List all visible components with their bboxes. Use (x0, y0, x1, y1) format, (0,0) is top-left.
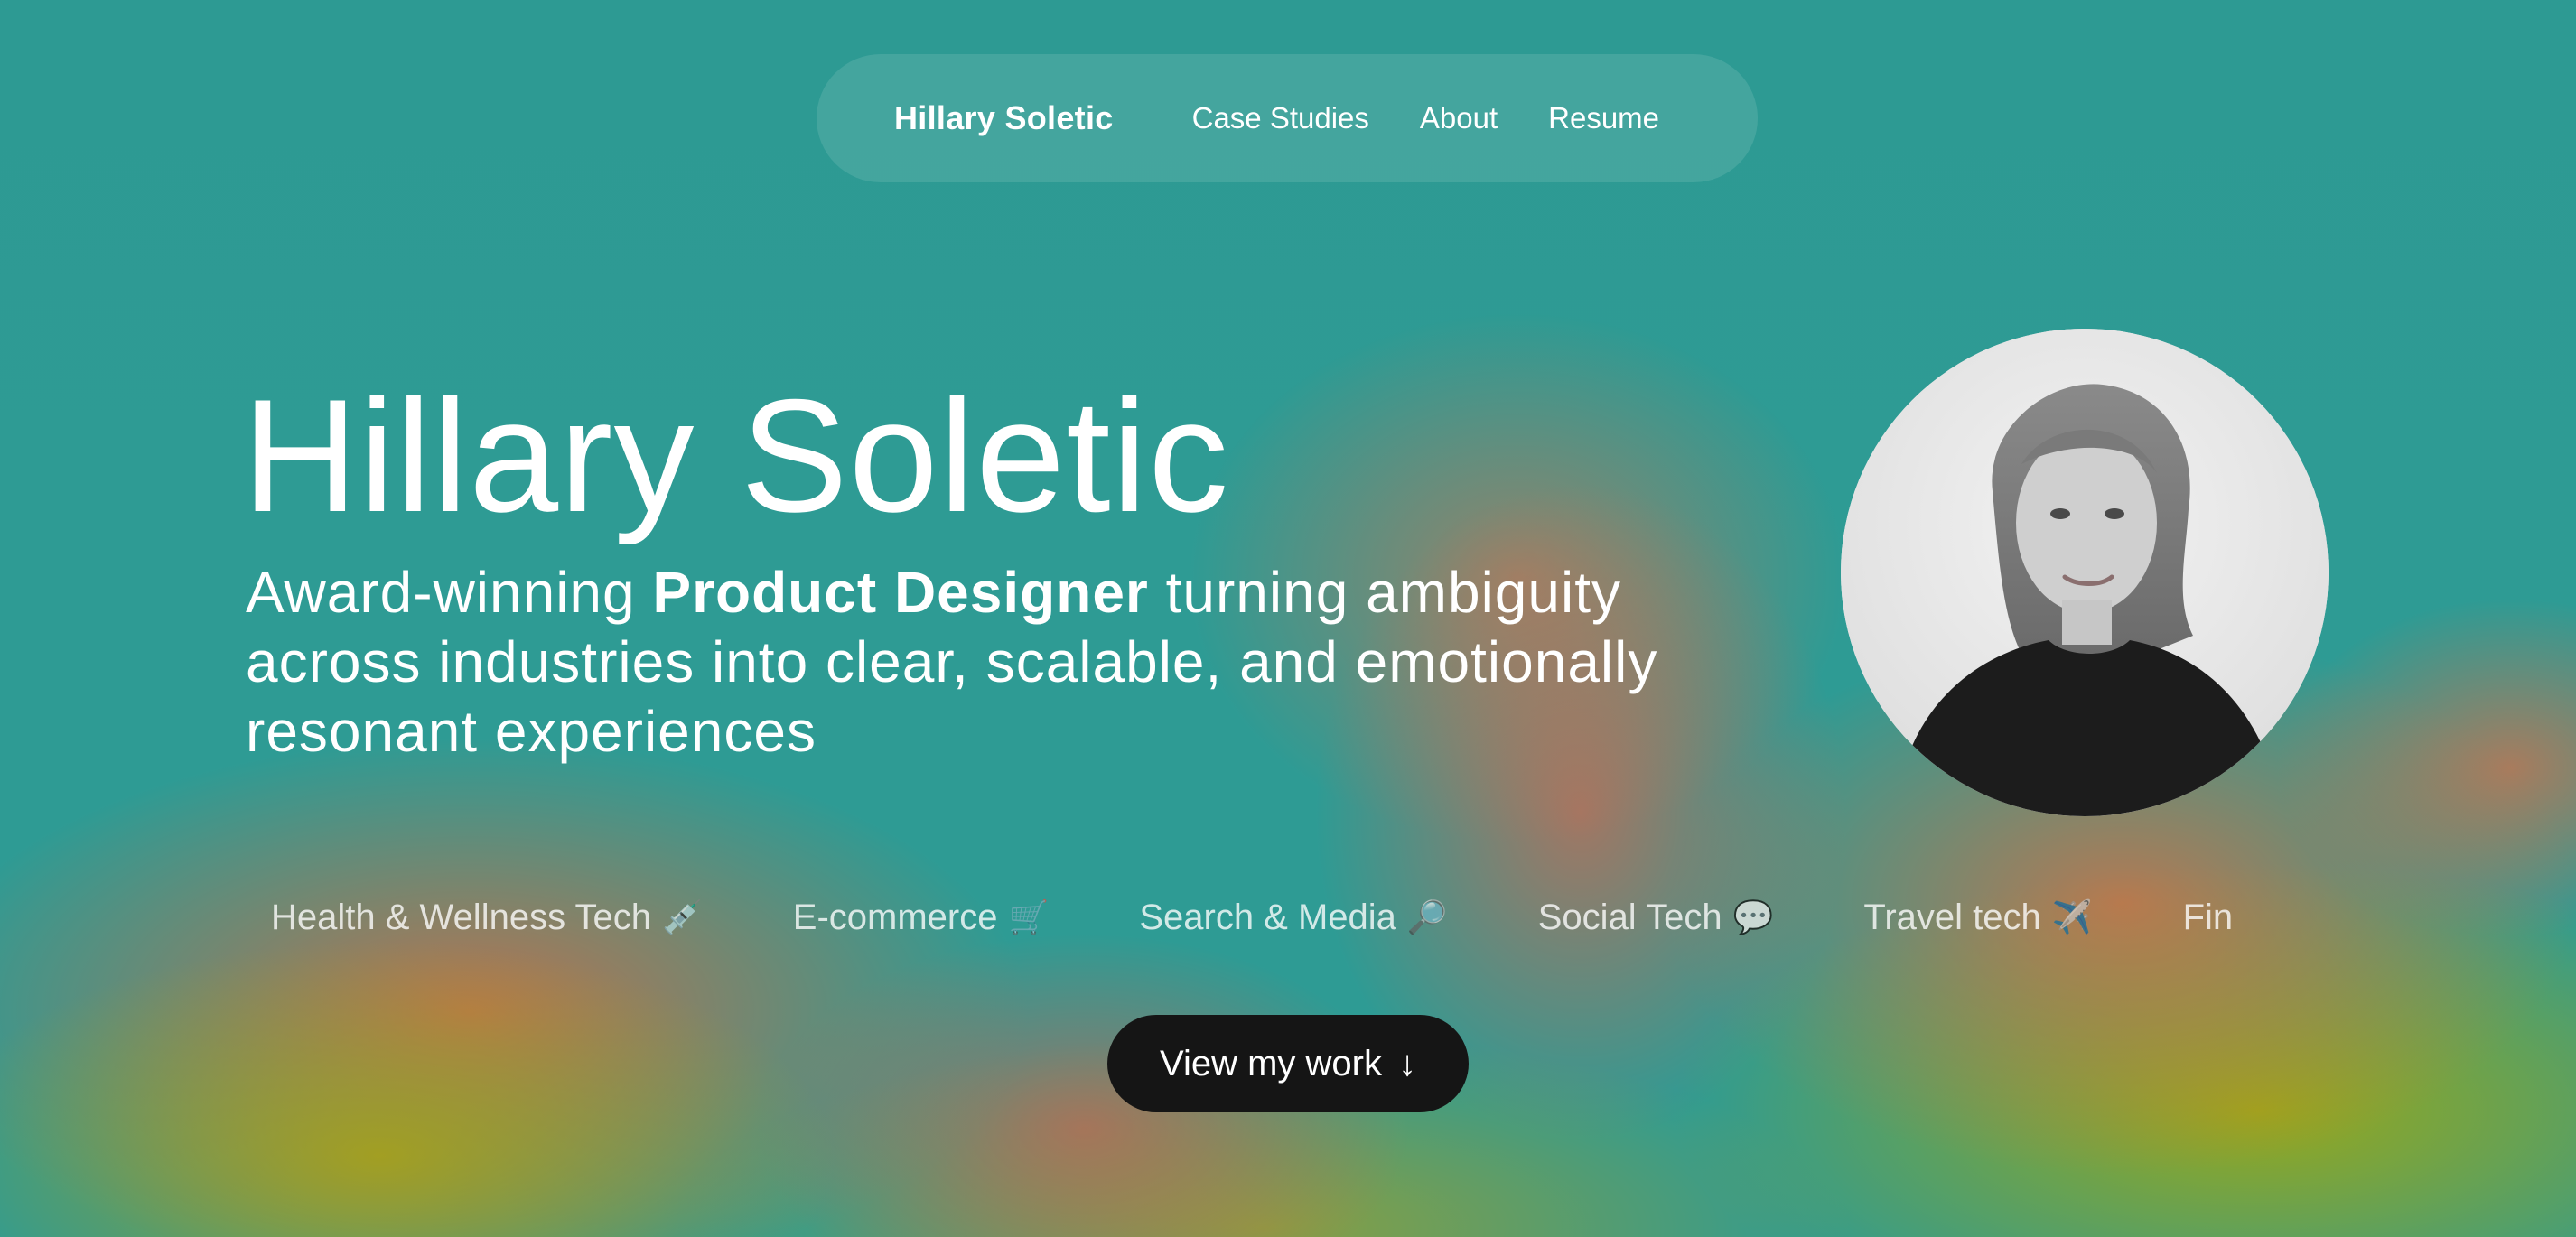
nav-link-case-studies[interactable]: Case Studies (1192, 101, 1369, 135)
industry-label: Social Tech (1537, 897, 1722, 937)
industry-label: Health & Wellness Tech (271, 897, 651, 937)
hero-subtitle: Award-winning Product Designer turning a… (246, 558, 1799, 767)
avatar (1841, 329, 2329, 816)
airplane-icon: ✈️ (2051, 898, 2093, 935)
cart-icon: 🛒 (1008, 898, 1050, 935)
hero-subtitle-role: Product Designer (652, 560, 1149, 625)
nav-brand[interactable]: Hillary Soletic (894, 99, 1114, 137)
arrow-down-icon: ↓ (1397, 1043, 1416, 1084)
magnifier-icon: 🔎 (1406, 898, 1448, 935)
nav-links: Case Studies About Resume (1192, 101, 1659, 135)
hero-title: Hillary Soletic (242, 366, 1230, 545)
top-nav: Hillary Soletic Case Studies About Resum… (817, 54, 1758, 182)
nav-link-resume[interactable]: Resume (1548, 101, 1659, 135)
nav-link-about[interactable]: About (1420, 101, 1498, 135)
portrait-photo (1841, 329, 2329, 816)
speech-bubble-icon: 💬 (1732, 898, 1774, 935)
industry-tag: Fin (2183, 898, 2234, 938)
syringe-icon: 💉 (661, 898, 703, 935)
industry-label: E-commerce (792, 897, 998, 937)
industry-label: Search & Media (1139, 897, 1396, 937)
industry-tag: Search & Media 🔎 (1139, 898, 1447, 938)
industry-label: Fin (2182, 897, 2234, 937)
view-my-work-label: View my work (1160, 1043, 1382, 1084)
view-my-work-button[interactable]: View my work ↓ (1107, 1015, 1469, 1112)
industry-tag: E-commerce 🛒 (793, 898, 1050, 938)
industry-tag: Social Tech 💬 (1538, 898, 1774, 938)
industry-label: Travel tech (1863, 897, 2041, 937)
industry-tag: Health & Wellness Tech 💉 (271, 898, 703, 938)
hero-subtitle-pre: Award-winning (246, 560, 653, 625)
industries-ticker: Health & Wellness Tech 💉 E-commerce 🛒 Sear… (271, 881, 2330, 953)
industry-tag: Travel tech ✈️ (1863, 898, 2092, 938)
